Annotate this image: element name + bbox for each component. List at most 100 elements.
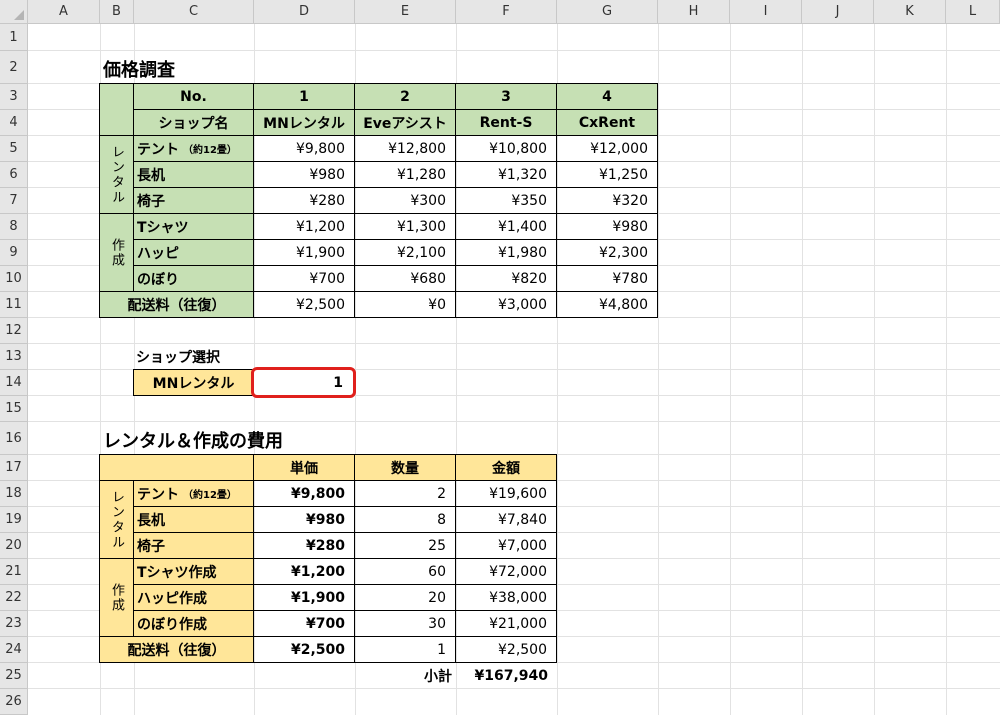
price-item-name[interactable]: 長机 xyxy=(133,161,254,188)
cost-qty-cell[interactable]: 20 xyxy=(354,584,456,611)
price-cell[interactable]: ¥300 xyxy=(354,187,456,214)
cost-amount-cell[interactable]: ¥7,840 xyxy=(455,506,557,533)
cost-header-blank[interactable] xyxy=(99,454,254,481)
row-header-5[interactable]: 5 xyxy=(0,136,28,162)
row-header-1[interactable]: 1 xyxy=(0,24,28,51)
price-cell[interactable]: ¥12,800 xyxy=(354,135,456,162)
row-header-20[interactable]: 20 xyxy=(0,533,28,559)
column-header-l[interactable]: L xyxy=(946,0,1000,24)
row-header-25[interactable]: 25 xyxy=(0,663,28,689)
price-cell[interactable]: ¥12,000 xyxy=(556,135,658,162)
price-cell[interactable]: ¥2,100 xyxy=(354,239,456,266)
cost-qty-cell[interactable]: 30 xyxy=(354,610,456,637)
price-header-shop-label[interactable]: ショップ名 xyxy=(133,109,254,136)
cost-header-unit[interactable]: 単価 xyxy=(253,454,355,481)
price-cell[interactable]: ¥680 xyxy=(354,265,456,292)
column-header-b[interactable]: B xyxy=(100,0,134,24)
price-header-shop-name[interactable]: Rent-S xyxy=(455,109,557,136)
row-header-12[interactable]: 12 xyxy=(0,318,28,344)
row-header-9[interactable]: 9 xyxy=(0,240,28,266)
price-header-number[interactable]: 3 xyxy=(455,83,557,110)
cost-header-qty[interactable]: 数量 xyxy=(354,454,456,481)
cost-group-make[interactable]: 作成 xyxy=(99,558,134,637)
cost-qty-cell[interactable]: 2 xyxy=(354,480,456,507)
cost-header-amount[interactable]: 金額 xyxy=(455,454,557,481)
cost-item-name[interactable]: テント （約12畳） xyxy=(133,480,254,507)
price-table-title[interactable]: 価格調査 xyxy=(103,56,263,82)
cost-amount-cell[interactable]: ¥72,000 xyxy=(455,558,557,585)
cost-table-title[interactable]: レンタル＆作成の費用 xyxy=(103,427,363,453)
price-cell[interactable]: ¥1,250 xyxy=(556,161,658,188)
row-header-24[interactable]: 24 xyxy=(0,637,28,663)
column-header-g[interactable]: G xyxy=(557,0,658,24)
row-header-6[interactable]: 6 xyxy=(0,162,28,188)
row-header-15[interactable]: 15 xyxy=(0,396,28,422)
row-header-17[interactable]: 17 xyxy=(0,455,28,481)
price-cell[interactable]: ¥820 xyxy=(455,265,557,292)
price-item-name[interactable]: のぼり xyxy=(133,265,254,292)
price-group-rental[interactable]: レンタル xyxy=(99,135,134,214)
price-cell[interactable]: ¥4,800 xyxy=(556,291,658,318)
price-cell[interactable]: ¥980 xyxy=(253,161,355,188)
price-header-number[interactable]: 1 xyxy=(253,83,355,110)
price-cell[interactable]: ¥700 xyxy=(253,265,355,292)
cost-item-name[interactable]: のぼり作成 xyxy=(133,610,254,637)
cost-item-name[interactable]: 椅子 xyxy=(133,532,254,559)
row-header-10[interactable]: 10 xyxy=(0,266,28,292)
cost-unit-cell[interactable]: ¥700 xyxy=(253,610,355,637)
select-all-corner[interactable] xyxy=(0,0,28,24)
column-header-a[interactable]: A xyxy=(28,0,100,24)
price-header-number[interactable]: 4 xyxy=(556,83,658,110)
row-header-14[interactable]: 14 xyxy=(0,370,28,396)
price-header-shop-name[interactable]: MNレンタル xyxy=(253,109,355,136)
subtotal-label[interactable]: 小計 xyxy=(355,663,456,689)
cost-item-name[interactable]: Tシャツ作成 xyxy=(133,558,254,585)
cost-unit-cell[interactable]: ¥9,800 xyxy=(253,480,355,507)
column-header-c[interactable]: C xyxy=(134,0,254,24)
cost-qty-cell[interactable]: 8 xyxy=(354,506,456,533)
row-header-18[interactable]: 18 xyxy=(0,481,28,507)
price-cell[interactable]: ¥1,400 xyxy=(455,213,557,240)
row-header-11[interactable]: 11 xyxy=(0,292,28,318)
row-header-8[interactable]: 8 xyxy=(0,214,28,240)
price-cell[interactable]: ¥320 xyxy=(556,187,658,214)
price-cell[interactable]: ¥1,200 xyxy=(253,213,355,240)
row-header-19[interactable]: 19 xyxy=(0,507,28,533)
price-cell[interactable]: ¥9,800 xyxy=(253,135,355,162)
row-header-26[interactable]: 26 xyxy=(0,689,28,715)
column-header-d[interactable]: D xyxy=(254,0,355,24)
price-cell[interactable]: ¥1,280 xyxy=(354,161,456,188)
row-header-16[interactable]: 16 xyxy=(0,422,28,455)
row-header-22[interactable]: 22 xyxy=(0,585,28,611)
cost-item-name[interactable]: 長机 xyxy=(133,506,254,533)
price-cell[interactable]: ¥350 xyxy=(455,187,557,214)
price-cell[interactable]: ¥2,300 xyxy=(556,239,658,266)
cost-group-rental[interactable]: レンタル xyxy=(99,480,134,559)
cost-unit-cell[interactable]: ¥980 xyxy=(253,506,355,533)
price-shipping-label[interactable]: 配送料（往復） xyxy=(99,291,254,318)
cost-qty-cell[interactable]: 25 xyxy=(354,532,456,559)
row-header-13[interactable]: 13 xyxy=(0,344,28,370)
cost-amount-cell[interactable]: ¥2,500 xyxy=(455,636,557,663)
price-cell[interactable]: ¥2,500 xyxy=(253,291,355,318)
price-header-shop-name[interactable]: CxRent xyxy=(556,109,658,136)
price-cell[interactable]: ¥1,980 xyxy=(455,239,557,266)
column-header-h[interactable]: H xyxy=(658,0,730,24)
cost-qty-cell[interactable]: 60 xyxy=(354,558,456,585)
row-header-3[interactable]: 3 xyxy=(0,84,28,110)
column-header-k[interactable]: K xyxy=(874,0,946,24)
column-header-j[interactable]: J xyxy=(802,0,874,24)
cost-qty-cell[interactable]: 1 xyxy=(354,636,456,663)
price-header-blank[interactable] xyxy=(99,83,134,136)
price-cell[interactable]: ¥1,320 xyxy=(455,161,557,188)
cost-amount-cell[interactable]: ¥38,000 xyxy=(455,584,557,611)
price-cell[interactable]: ¥780 xyxy=(556,265,658,292)
cost-amount-cell[interactable]: ¥19,600 xyxy=(455,480,557,507)
cost-unit-cell[interactable]: ¥1,200 xyxy=(253,558,355,585)
price-cell[interactable]: ¥1,300 xyxy=(354,213,456,240)
price-item-name[interactable]: ハッピ xyxy=(133,239,254,266)
price-header-number[interactable]: 2 xyxy=(354,83,456,110)
cost-unit-cell[interactable]: ¥280 xyxy=(253,532,355,559)
row-header-4[interactable]: 4 xyxy=(0,110,28,136)
column-header-f[interactable]: F xyxy=(456,0,557,24)
